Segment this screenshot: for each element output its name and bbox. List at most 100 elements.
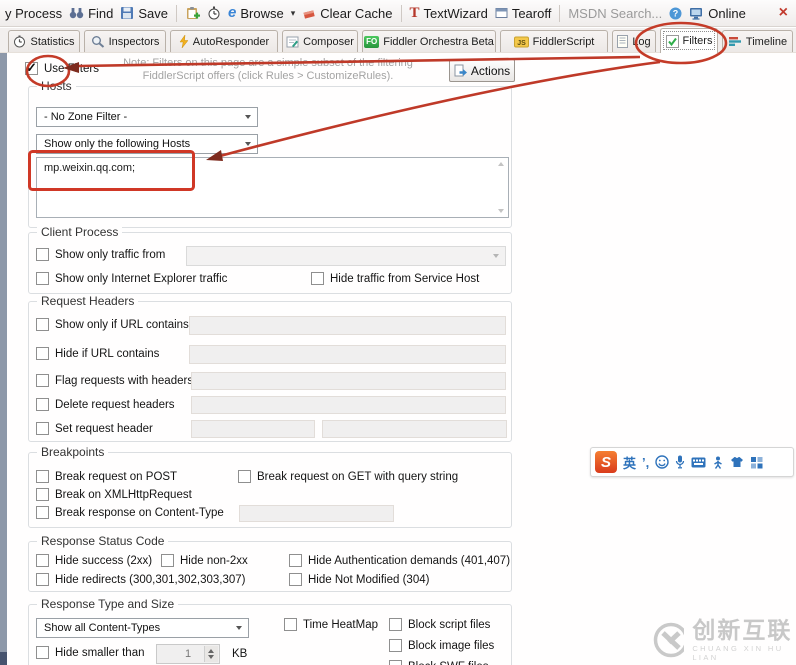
size-value: 1 [184,648,192,660]
delete-headers-field[interactable] [191,396,506,414]
scroll-up-icon[interactable] [498,162,504,166]
clock-icon [14,35,26,48]
flag-headers-checkbox[interactable] [36,374,49,387]
fo-badge-icon: FO [364,35,380,48]
show-only-ie-checkbox[interactable] [36,272,49,285]
hide-auth-checkbox[interactable] [289,554,302,567]
language-mode-toggle[interactable]: 英 [623,453,636,472]
punctuation-toggle[interactable]: ’, [642,455,649,470]
hide-redirects-checkbox[interactable] [36,573,49,586]
delete-headers-checkbox[interactable] [36,398,49,411]
time-heatmap-row: Time HeatMap [284,618,378,631]
hide-smaller-checkbox[interactable] [36,646,49,659]
keyboard-icon[interactable] [691,457,706,468]
sogou-logo[interactable]: S [595,451,617,473]
tab-composer[interactable]: Composer [282,30,358,52]
break-get-checkbox[interactable] [238,470,251,483]
close-icon[interactable]: × [779,5,791,21]
microphone-icon[interactable] [675,455,685,469]
break-xhr-row: Break on XMLHttpRequest [36,488,192,501]
green-check-icon [665,34,679,48]
hide-service-host-checkbox[interactable] [311,272,324,285]
tab-autoresponder[interactable]: AutoResponder [170,30,278,52]
time-heatmap-checkbox[interactable] [284,618,297,631]
block-image-checkbox[interactable] [389,639,402,652]
paste-sessions-button[interactable] [185,6,201,20]
timer-button[interactable] [207,6,221,20]
tab-timeline[interactable]: Timeline [722,30,793,52]
browse-dropdown-caret[interactable]: ▾ [291,8,296,19]
eraser-icon [303,9,315,19]
hide-url-checkbox[interactable] [36,347,49,360]
textwizard-button[interactable]: T TextWizard [410,6,488,21]
host-mode-select[interactable]: Show only the following Hosts [36,134,258,154]
hide-url-field[interactable] [189,345,506,364]
show-only-traffic-checkbox[interactable] [36,248,49,261]
toolbar-separator [400,4,402,22]
set-header-name-field[interactable] [191,420,315,438]
scroll-down-icon[interactable] [498,209,504,213]
spin-up-icon[interactable] [208,649,214,653]
clear-cache-button[interactable]: Clear Cache [302,6,393,21]
toolbox-icon[interactable] [750,456,763,469]
save-button[interactable]: Save [120,6,168,21]
request-headers-title: Request Headers [37,294,139,308]
show-only-traffic-row: Show only traffic from [36,248,165,261]
break-content-type-row: Break response on Content-Type [36,506,224,519]
content-types-select[interactable]: Show all Content-Types [36,618,249,638]
hide-auth-row: Hide Authentication demands (401,407) [289,554,510,567]
response-status-group: Response Status Code Hide success (2xx) … [28,534,512,592]
emoji-icon[interactable] [655,455,669,469]
spin-down-icon[interactable] [208,655,214,659]
handwriting-icon[interactable] [712,456,724,469]
block-swf-checkbox[interactable] [389,660,402,665]
hosts-input-value: mp.weixin.qq.com; [44,162,136,174]
zone-filter-select[interactable]: - No Zone Filter - [36,107,258,127]
compose-icon [286,36,299,47]
use-filters-checkbox[interactable] [25,60,38,76]
lightning-icon [179,35,189,48]
tab-inspectors[interactable]: Inspectors [84,30,166,52]
break-post-checkbox[interactable] [36,470,49,483]
skin-icon[interactable] [730,456,744,468]
show-only-url-checkbox[interactable] [36,318,49,331]
show-only-url-row: Show only if URL contains [36,318,189,331]
break-xhr-checkbox[interactable] [36,488,49,501]
block-script-checkbox[interactable] [389,618,402,631]
script-icon: JS [513,36,529,47]
set-header-value-field[interactable] [322,420,507,438]
hide-not-modified-checkbox[interactable] [289,573,302,586]
flag-headers-field[interactable] [191,372,506,390]
any-process-button[interactable]: y Process [5,6,62,21]
help-button[interactable]: ? [669,7,682,20]
break-content-type-field[interactable] [239,505,394,522]
size-spinner[interactable]: 1 [156,644,220,664]
actions-icon [454,64,467,77]
set-header-checkbox[interactable] [36,422,49,435]
spinner-buttons[interactable] [204,646,218,662]
process-select[interactable] [186,246,506,266]
hide-success-checkbox[interactable] [36,554,49,567]
show-only-ie-row: Show only Internet Explorer traffic [36,272,227,285]
breakpoints-title: Breakpoints [37,445,109,459]
hide-non2xx-checkbox[interactable] [161,554,174,567]
online-button[interactable]: Online [689,6,746,21]
tearoff-button[interactable]: Tearoff [495,6,551,21]
tab-statistics[interactable]: Statistics [8,30,80,52]
break-content-type-checkbox[interactable] [36,506,49,519]
find-button[interactable]: Find [69,6,113,21]
binoculars-icon [69,8,84,19]
tab-fiddlerscript[interactable]: JS FiddlerScript [500,30,608,52]
chevron-down-icon [236,626,242,630]
clipboard-icon [187,7,201,19]
save-icon [121,7,134,19]
tearoff-icon [495,8,508,18]
actions-button[interactable]: Actions [449,59,515,82]
hosts-input[interactable]: mp.weixin.qq.com; [36,157,509,218]
tab-filters[interactable]: Filters [660,28,718,53]
tab-log[interactable]: Log [612,30,656,52]
svg-text:?: ? [673,8,679,18]
tab-fiddler-orchestra[interactable]: FO Fiddler Orchestra Beta [362,30,496,52]
browse-button[interactable]: e Browse [228,5,284,21]
show-only-url-field[interactable] [189,316,506,335]
